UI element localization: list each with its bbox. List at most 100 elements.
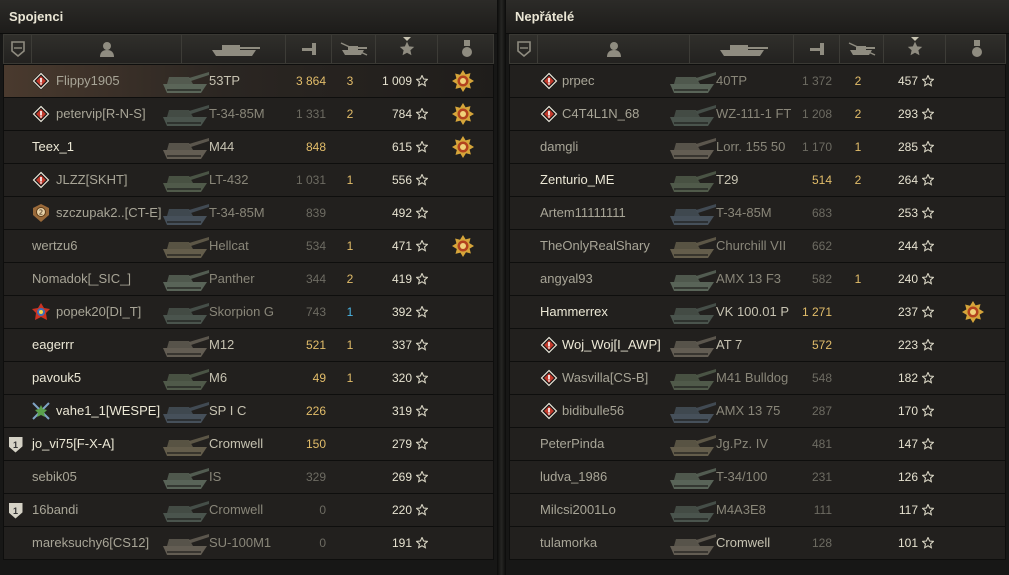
table-row[interactable]: 2 szczupak2..[CT-E] T-34-85M 839 492 [3, 196, 494, 230]
star-icon [415, 173, 429, 186]
damage-icon[interactable] [286, 35, 332, 63]
achievement-medal-icon[interactable] [452, 235, 474, 257]
player-icon[interactable] [538, 35, 690, 63]
table-row[interactable]: ludva_1986 T-34/100 231 126 [509, 460, 1006, 494]
table-row[interactable]: vahe1_1[WESPE] SP I C 226 319 [3, 394, 494, 428]
table-row[interactable]: PeterPinda Jg.Pz. IV 481 147 [509, 427, 1006, 461]
achievement-medal-icon[interactable] [452, 136, 474, 158]
damage-value: 514 [811, 173, 832, 187]
platoon-icon[interactable] [4, 35, 32, 63]
damage-value: 848 [305, 140, 326, 154]
vehicle-name: IS [209, 469, 222, 484]
kills-icon[interactable] [840, 35, 884, 63]
table-row[interactable]: bidibulle56 AMX 13 75 287 170 [509, 394, 1006, 428]
star-icon [415, 239, 429, 252]
damage-icon[interactable] [794, 35, 840, 63]
table-row[interactable]: Nomadok[_SIC_] Panther 344 2 419 [3, 262, 494, 296]
vehicle-icon[interactable] [690, 35, 794, 63]
player-name[interactable]: prpec [562, 65, 595, 97]
vehicle-name: Panther [209, 271, 255, 286]
xp-value: 320 [391, 371, 412, 385]
table-row[interactable]: 1 16bandi Cromwell 0 220 [3, 493, 494, 527]
player-name[interactable]: JLZZ[SKHT] [56, 164, 128, 196]
table-row[interactable]: 1 jo_vi75[F-X-A] Cromwell 150 279 [3, 427, 494, 461]
player-icon[interactable] [32, 35, 182, 63]
player-name[interactable]: Wasvilla[CS-B] [562, 362, 648, 394]
table-row[interactable]: Teex_1 M44 848 615 [3, 130, 494, 164]
table-row[interactable]: Zenturio_ME T29 514 2 264 [509, 163, 1006, 197]
achievement-medal-icon[interactable] [452, 70, 474, 92]
star-icon [415, 74, 429, 87]
kills-icon[interactable] [332, 35, 376, 63]
table-row[interactable]: angyal93 AMX 13 F3 582 1 240 [509, 262, 1006, 296]
player-name[interactable]: petervip[R-N-S] [56, 98, 146, 130]
platoon-icon[interactable] [510, 35, 538, 63]
player-name[interactable]: damgli [540, 131, 578, 163]
player-name[interactable]: mareksuchy6[CS12] [32, 527, 149, 559]
player-name[interactable]: Hammerrex [540, 296, 608, 328]
table-row[interactable]: Flippy1905 53TP 3 864 3 1 009 [3, 64, 494, 98]
player-name[interactable]: Milcsi2001Lo [540, 494, 616, 526]
tank-icon [666, 396, 718, 426]
player-name[interactable]: Flippy1905 [56, 65, 120, 97]
table-row[interactable]: sebik05 IS 329 269 [3, 460, 494, 494]
table-row[interactable]: pavouk5 M6 49 1 320 [3, 361, 494, 395]
star-icon [415, 404, 429, 417]
table-row[interactable]: Woj_Woj[I_AWP] AT 7 572 223 [509, 328, 1006, 362]
table-row[interactable]: C4T4L1N_68 WZ-111-1 FT 1 208 2 293 [509, 97, 1006, 131]
player-name[interactable]: TheOnlyRealShary [540, 230, 650, 262]
player-name[interactable]: jo_vi75[F-X-A] [32, 428, 114, 460]
player-name[interactable]: angyal93 [540, 263, 593, 295]
player-name[interactable]: tulamorka [540, 527, 597, 559]
medal-icon[interactable] [946, 35, 1007, 63]
player-name[interactable]: 16bandi [32, 494, 78, 526]
tank-icon [666, 132, 718, 162]
table-row[interactable]: Wasvilla[CS-B] M41 Bulldog 548 182 [509, 361, 1006, 395]
player-name[interactable]: C4T4L1N_68 [562, 98, 639, 130]
star-icon [415, 536, 429, 549]
player-name[interactable]: vahe1_1[WESPE] [56, 395, 160, 427]
table-row[interactable]: Milcsi2001Lo M4A3E8 111 117 [509, 493, 1006, 527]
table-row[interactable]: Artem11111111 T-34-85M 683 253 [509, 196, 1006, 230]
table-row[interactable]: tulamorka Cromwell 128 101 [509, 526, 1006, 560]
achievement-medal-icon[interactable] [962, 301, 984, 323]
table-row[interactable]: prpec 40TP 1 372 2 457 [509, 64, 1006, 98]
player-name[interactable]: eagerrr [32, 329, 74, 361]
table-row[interactable]: JLZZ[SKHT] LT-432 1 031 1 556 [3, 163, 494, 197]
damage-value: 481 [811, 437, 832, 451]
tank-icon [666, 363, 718, 393]
table-row[interactable]: damgli Lorr. 155 50 1 170 1 285 [509, 130, 1006, 164]
player-name[interactable]: Zenturio_ME [540, 164, 614, 196]
player-name[interactable]: ludva_1986 [540, 461, 607, 493]
vehicle-name: VK 100.01 P [716, 304, 789, 319]
vehicle-icon[interactable] [182, 35, 286, 63]
xp-star-icon[interactable] [884, 35, 946, 63]
player-name[interactable]: szczupak2..[CT-E] [56, 197, 161, 229]
xp-star-icon[interactable] [376, 35, 438, 63]
tank-icon [159, 462, 211, 492]
table-row[interactable]: Hammerrex VK 100.01 P 1 271 237 [509, 295, 1006, 329]
player-name[interactable]: Artem11111111 [540, 197, 626, 229]
player-name[interactable]: PeterPinda [540, 428, 604, 460]
table-row[interactable]: TheOnlyRealShary Churchill VII 662 244 [509, 229, 1006, 263]
player-name[interactable]: Nomadok[_SIC_] [32, 263, 131, 295]
achievement-medal-icon[interactable] [452, 103, 474, 125]
star-icon [921, 536, 935, 549]
table-row[interactable]: eagerrr M12 521 1 337 [3, 328, 494, 362]
damage-value: 683 [811, 206, 832, 220]
medal-icon[interactable] [438, 35, 496, 63]
player-name[interactable]: Teex_1 [32, 131, 74, 163]
player-name[interactable]: wertzu6 [32, 230, 78, 262]
player-name[interactable]: popek20[DI_T] [56, 296, 141, 328]
player-name[interactable]: Woj_Woj[I_AWP] [562, 329, 661, 361]
kills-value: 3 [346, 74, 354, 88]
table-row[interactable]: mareksuchy6[CS12] SU-100M1 0 191 [3, 526, 494, 560]
tank-icon [159, 132, 211, 162]
table-row[interactable]: petervip[R-N-S] T-34-85M 1 331 2 784 [3, 97, 494, 131]
player-name[interactable]: bidibulle56 [562, 395, 624, 427]
table-row[interactable]: popek20[DI_T] Skorpion G 743 1 392 [3, 295, 494, 329]
star-icon [415, 305, 429, 318]
player-name[interactable]: sebik05 [32, 461, 77, 493]
table-row[interactable]: wertzu6 Hellcat 534 1 471 [3, 229, 494, 263]
player-name[interactable]: pavouk5 [32, 362, 81, 394]
